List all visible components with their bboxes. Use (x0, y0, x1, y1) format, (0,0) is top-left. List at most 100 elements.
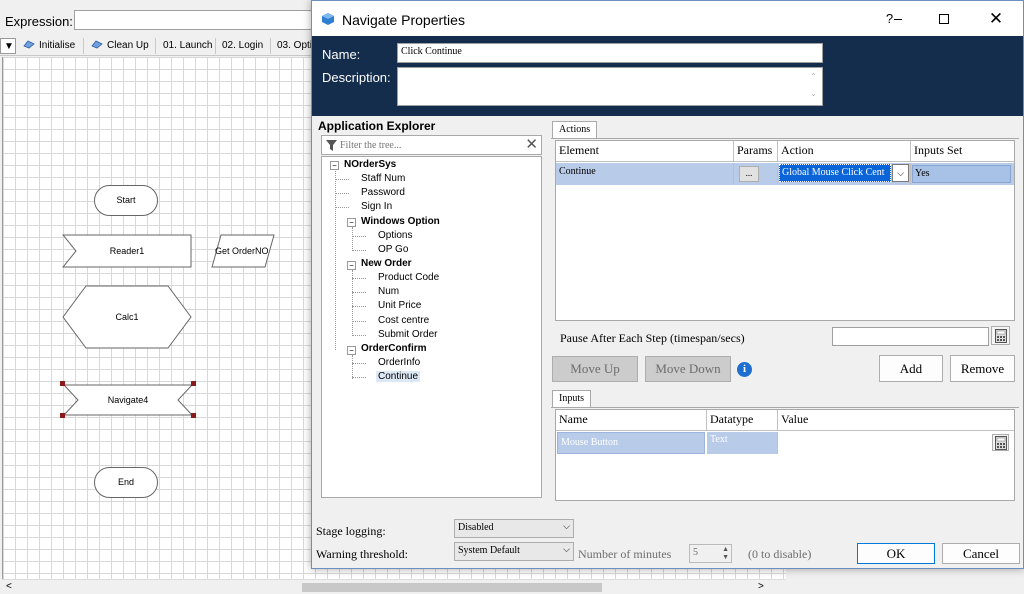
horizontal-scrollbar[interactable]: < > (2, 579, 786, 594)
tab-actions[interactable]: Actions (552, 121, 598, 139)
selection-handle[interactable] (191, 381, 196, 386)
tab-initialise[interactable]: Initialise (20, 38, 84, 54)
move-up-button[interactable]: Move Up (552, 356, 638, 382)
tree-node-options[interactable]: Options (378, 230, 412, 241)
col-value: Value (781, 412, 809, 426)
expression-label: Expression: (5, 14, 73, 29)
stage-logging-label: Stage logging: (316, 524, 386, 538)
chevron-down-icon: ⌵ (563, 544, 570, 554)
start-stage[interactable]: Start (94, 185, 158, 216)
collapse-icon[interactable]: − (347, 346, 356, 355)
tree-node-product-code[interactable]: Product Code (378, 272, 439, 283)
minimize-icon (894, 19, 903, 20)
app-explorer-title: Application Explorer (318, 119, 436, 133)
selection-handle[interactable] (191, 413, 196, 418)
tab-login[interactable]: 02. Login (219, 38, 271, 54)
tree-node-op-go[interactable]: OP Go (378, 244, 408, 255)
scroll-thumb[interactable] (302, 583, 602, 592)
tree-node-order-info[interactable]: OrderInfo (378, 357, 420, 368)
tree-node-staff-num[interactable]: Staff Num (361, 173, 405, 184)
selection-handle[interactable] (60, 381, 65, 386)
tree-node-unit-price[interactable]: Unit Price (378, 300, 421, 311)
table-row[interactable]: Continue ... Global Mouse Click Cent ⌵ Y… (556, 163, 1014, 185)
help-button[interactable]: ? (872, 6, 916, 32)
cancel-button[interactable]: Cancel (942, 543, 1020, 564)
tree-node-order-confirm[interactable]: OrderConfirm (361, 343, 427, 354)
tree-node-norderSys[interactable]: NOrderSys (344, 159, 396, 170)
app-explorer-tree[interactable]: − NOrderSys Staff Num Password Sign In −… (321, 156, 542, 498)
action-select[interactable]: Global Mouse Click Cent (779, 164, 891, 182)
inputs-header-row: Name Datatype Value (556, 410, 1014, 431)
tree-node-continue[interactable]: Continue (376, 371, 421, 382)
close-icon: ✕ (988, 9, 1004, 28)
add-button[interactable]: Add (879, 355, 943, 382)
input-value-cell[interactable] (778, 432, 1014, 454)
end-stage[interactable]: End (94, 467, 158, 498)
tree-node-submit-order[interactable]: Submit Order (378, 329, 437, 340)
inputs-grid[interactable]: Name Datatype Value Mouse Button Text (555, 409, 1015, 501)
tree-node-password[interactable]: Password (361, 187, 405, 198)
collapse-icon[interactable]: − (347, 261, 356, 270)
tree-node-cost-centre[interactable]: Cost centre (378, 315, 429, 326)
get-order-stage-label: Get OrderNO (215, 246, 269, 256)
info-icon[interactable]: i (737, 362, 752, 377)
table-row[interactable]: Mouse Button Text (556, 432, 1014, 454)
page-tabs-toolbar: ▼ Initialise Clean Up 01. Launch 02. Log… (0, 36, 312, 56)
name-field[interactable]: Click Continue (397, 43, 823, 63)
filter-input[interactable] (340, 137, 520, 153)
dialog-header: Name: Click Continue Description: ⌃ ⌄ (312, 36, 1023, 116)
pause-label: Pause After Each Step (timespan/secs) (560, 331, 745, 345)
calculator-button[interactable] (991, 326, 1010, 345)
ok-button[interactable]: OK (857, 543, 935, 564)
expression-input[interactable] (74, 10, 314, 30)
warning-threshold-select[interactable]: System Default ⌵ (454, 542, 574, 561)
clear-filter-icon[interactable]: ✕ (525, 135, 538, 153)
tree-filter[interactable]: ✕ (321, 135, 542, 155)
pause-input[interactable] (832, 327, 989, 346)
stepper-arrows-icon[interactable]: ▲ ▼ (722, 545, 729, 561)
calculator-button[interactable] (992, 434, 1009, 451)
tree-node-windows-option[interactable]: Windows Option (361, 216, 440, 227)
dialog-title: Navigate Properties (342, 12, 465, 28)
maximize-icon (939, 14, 949, 24)
stage-icon (91, 40, 103, 49)
selection-handle[interactable] (60, 413, 65, 418)
filter-icon (326, 140, 337, 151)
collapse-icon[interactable]: − (347, 218, 356, 227)
scroll-right-icon[interactable]: > (758, 581, 764, 592)
tree-node-num[interactable]: Num (378, 286, 399, 297)
tab-options[interactable]: 03. Opti (274, 38, 312, 54)
tree-node-sign-in[interactable]: Sign In (361, 201, 392, 212)
title-bar[interactable]: Navigate Properties ? ✕ (312, 1, 1023, 36)
remove-button[interactable]: Remove (950, 355, 1015, 382)
chevron-down-icon: ⌵ (563, 521, 570, 531)
input-name-cell: Mouse Button (557, 432, 705, 454)
tree-node-new-order[interactable]: New Order (361, 258, 412, 269)
stage-icon (23, 40, 35, 49)
description-scrollbar[interactable]: ⌃ ⌄ (805, 68, 822, 105)
scroll-left-icon[interactable]: < (6, 581, 12, 592)
description-field[interactable] (397, 67, 823, 106)
navigate-properties-dialog: Navigate Properties ? ✕ Name: Click Cont… (311, 0, 1024, 569)
move-down-button[interactable]: Move Down (645, 356, 731, 382)
tab-inputs[interactable]: Inputs (552, 390, 591, 408)
stage-logging-select[interactable]: Disabled ⌵ (454, 519, 574, 538)
minutes-label: Number of minutes (578, 547, 672, 561)
dropdown-arrow-icon[interactable]: ▼ (0, 38, 16, 54)
collapse-icon[interactable]: − (330, 161, 339, 170)
disable-hint: (0 to disable) (748, 547, 812, 561)
warning-threshold-label: Warning threshold: (316, 547, 409, 561)
input-datatype-cell: Text (707, 432, 778, 454)
description-label: Description: (322, 70, 391, 85)
params-cell: ... (734, 163, 778, 185)
actions-grid[interactable]: Element Params Action Inputs Set Continu… (555, 140, 1015, 321)
minutes-stepper[interactable]: 5 ▲ ▼ (689, 544, 732, 563)
chevron-down-icon[interactable]: ⌵ (892, 164, 909, 182)
params-button[interactable]: ... (739, 166, 759, 182)
tab-launch[interactable]: 01. Launch (160, 38, 216, 54)
maximize-button[interactable] (922, 6, 966, 32)
calculator-icon (995, 329, 1007, 343)
tab-clean-up[interactable]: Clean Up (88, 38, 156, 54)
close-button[interactable]: ✕ (974, 6, 1018, 32)
col-name: Name (556, 410, 707, 430)
